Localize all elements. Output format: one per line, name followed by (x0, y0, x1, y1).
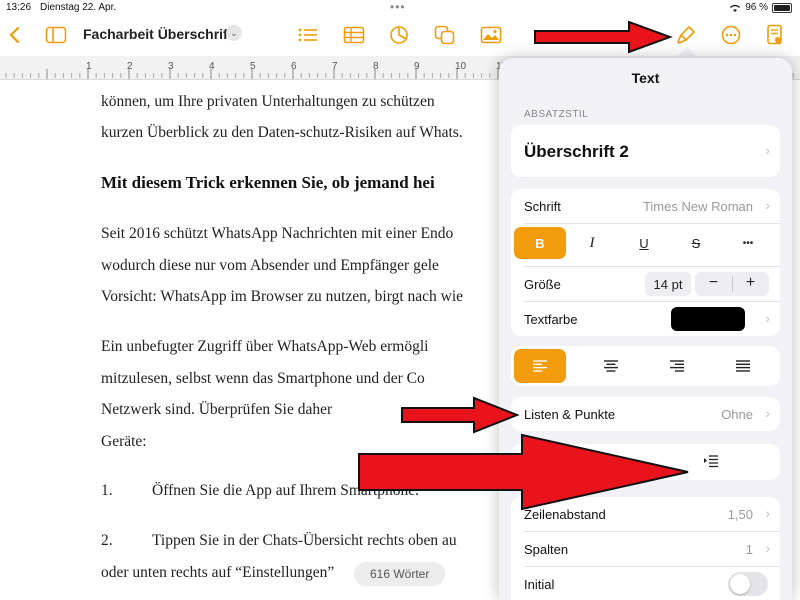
justify-icon (736, 360, 750, 372)
battery-percent: 96 % (745, 2, 768, 13)
battery-icon (772, 2, 792, 13)
justify-button[interactable] (717, 349, 769, 383)
font-label: Schrift (524, 199, 561, 214)
body-text-line[interactable]: können, um Ihre privaten Unterhaltungen … (101, 93, 435, 111)
table-icon[interactable] (341, 22, 367, 48)
lists-label: Listen & Punkte (524, 407, 616, 422)
body-text-line[interactable]: Netzwerk sind. Überprüfen Sie daher (101, 401, 332, 419)
document-heading[interactable]: Mit diesem Trick erkennen Sie, ob jemand… (101, 173, 435, 193)
chart-icon[interactable] (386, 22, 412, 48)
list-number: 1. (101, 482, 113, 499)
chevron-right-icon: › (765, 505, 770, 521)
body-text-line[interactable]: Geräte: (101, 433, 147, 451)
bold-button[interactable]: B (514, 227, 566, 259)
lists-row[interactable]: Listen & Punkte Ohne › (511, 397, 780, 431)
dropcap-toggle[interactable] (728, 572, 768, 596)
wifi-icon (730, 4, 741, 12)
body-text-line[interactable]: oder unten rechts auf “Einstellungen” (101, 564, 334, 582)
text-color-swatch[interactable] (671, 307, 745, 331)
ruler-number: 8 (373, 61, 379, 72)
ruler-number: 2 (127, 61, 133, 72)
align-right-button[interactable] (651, 349, 703, 383)
text-color-row[interactable]: Textfarbe › (511, 302, 780, 336)
annotation-arrow-toolbar (534, 20, 673, 54)
spacing-card: Zeilenabstand 1,50 › Spalten 1 › Initial (511, 497, 780, 600)
annotation-arrow-indent (358, 433, 689, 511)
word-count-badge[interactable]: 616 Wörter (354, 562, 446, 586)
indent-increase-icon[interactable] (703, 455, 719, 473)
chevron-right-icon: › (765, 540, 770, 556)
dropcap-row: Initial (511, 567, 780, 600)
paragraph-style-row[interactable]: Überschrift 2 › (511, 125, 780, 177)
align-center-button[interactable] (585, 349, 637, 383)
list-item-text[interactable]: Tippen Sie in der Chats-Übersicht rechts… (152, 532, 457, 550)
body-text-line[interactable]: Vorsicht: WhatsApp im Browser zu nutzen,… (101, 288, 463, 306)
align-left-button[interactable] (514, 349, 566, 383)
ruler-number: 5 (250, 61, 256, 72)
format-brush-icon[interactable] (673, 22, 699, 48)
multitasking-dots[interactable]: ••• (390, 0, 406, 14)
columns-label: Spalten (524, 542, 569, 557)
document-icon[interactable] (762, 22, 788, 48)
columns-value: 1 (745, 542, 753, 557)
media-icon[interactable] (478, 22, 504, 48)
ruler-number: 3 (168, 61, 174, 72)
chevron-right-icon: › (765, 310, 770, 326)
strikethrough-button[interactable]: S (670, 227, 722, 259)
body-text-line[interactable]: wodurch diese nur vom Absender und Empfä… (101, 257, 439, 275)
status-right: 96 % (729, 2, 792, 13)
columns-row[interactable]: Spalten 1 › (511, 532, 780, 566)
status-bar: 13:26 Dienstag 22. Apr. ••• 96 % (0, 0, 800, 16)
format-panel: Text ABSATZSTIL Überschrift 2 › Schrift … (499, 58, 792, 600)
status-time: 13:26 (6, 2, 32, 13)
dropcap-label: Initial (524, 577, 555, 592)
annotation-arrow-lists (401, 396, 520, 434)
shapes-icon[interactable] (432, 22, 458, 48)
document-title[interactable]: Facharbeit Überschrift (83, 26, 232, 42)
font-size-stepper: − + (695, 272, 769, 296)
font-row[interactable]: Schrift Times New Roman › (511, 189, 780, 223)
list-number: 2. (101, 532, 113, 549)
font-card: Schrift Times New Roman › B I U S ••• Gr… (511, 189, 780, 336)
increase-size-button[interactable]: + (732, 274, 769, 292)
align-right-icon (670, 360, 684, 372)
align-center-icon (604, 360, 618, 372)
italic-button[interactable]: I (566, 227, 618, 259)
sidebar-icon[interactable] (43, 22, 69, 48)
toolbar: Facharbeit Überschrift ⌄ (0, 16, 800, 54)
list-icon[interactable] (295, 22, 321, 48)
font-size-field[interactable]: 14 pt (645, 272, 691, 296)
more-text-options-button[interactable]: ••• (722, 227, 774, 259)
body-text-line[interactable]: kurzen Überblick zu den Daten-schutz-Ris… (101, 124, 463, 142)
paragraph-style-label: ABSATZSTIL (524, 109, 589, 120)
lists-value: Ohne (721, 407, 753, 422)
panel-title: Text (631, 70, 660, 86)
more-icon[interactable] (718, 22, 744, 48)
ruler-number: 9 (414, 61, 420, 72)
underline-button[interactable]: U (618, 227, 670, 259)
body-text-line[interactable]: Ein unbefugter Zugriff über WhatsApp-Web… (101, 338, 428, 356)
size-row: Größe 14 pt − + (511, 267, 780, 301)
chevron-right-icon: › (765, 405, 770, 421)
chevron-right-icon: › (765, 142, 770, 158)
chevron-right-icon: › (765, 197, 770, 213)
font-value: Times New Roman (642, 199, 753, 214)
body-text-line[interactable]: mitzulesen, selbst wenn das Smartphone u… (101, 370, 425, 388)
text-style-buttons: B I U S ••• (511, 224, 780, 264)
status-date: Dienstag 22. Apr. (40, 2, 117, 13)
ruler-number: 4 (209, 61, 215, 72)
align-left-icon (533, 360, 547, 372)
title-menu-chevron-icon[interactable]: ⌄ (226, 25, 242, 41)
body-text-line[interactable]: Seit 2016 schützt WhatsApp Nachrichten m… (101, 225, 453, 243)
ruler-number: 6 (291, 61, 297, 72)
text-color-label: Textfarbe (524, 312, 578, 327)
size-label: Größe (524, 277, 561, 292)
ruler-number: 1 (86, 61, 92, 72)
alignment-card (511, 346, 780, 386)
ruler-number: 7 (332, 61, 338, 72)
back-icon[interactable] (2, 22, 28, 48)
line-spacing-value: 1,50 (727, 507, 753, 522)
decrease-size-button[interactable]: − (695, 274, 732, 292)
